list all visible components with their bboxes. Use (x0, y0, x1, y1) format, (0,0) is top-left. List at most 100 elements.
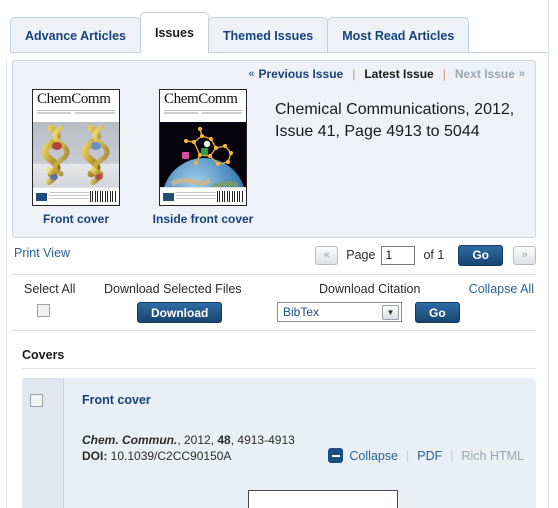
previous-issue-link[interactable]: Previous Issue (259, 67, 344, 81)
article-graphical-abstract[interactable] (248, 490, 398, 508)
divider (12, 330, 536, 331)
go-label: Go (429, 305, 446, 320)
go-label: Go (472, 248, 489, 262)
tab-label: Themed Issues (222, 28, 314, 43)
cover-footer-text (176, 192, 216, 201)
cover-artwork (33, 122, 119, 189)
collapse-all-link[interactable]: Collapse All (469, 282, 534, 296)
issue-navigation: « Previous Issue | Latest Issue | Next I… (248, 67, 525, 81)
rich-html-link: Rich HTML (461, 448, 524, 463)
pagination: « Page of 1 Go » (315, 242, 536, 268)
nav-separator: | (352, 67, 356, 81)
article-title-link[interactable]: Front cover (82, 393, 151, 407)
previous-issue-arrow-icon: « (248, 68, 255, 80)
section-divider (22, 368, 536, 369)
cover-caption[interactable]: Front cover (21, 212, 131, 226)
tool-separator: | (450, 448, 454, 463)
tab-most-read-articles[interactable]: Most Read Articles (327, 17, 470, 53)
doi-value: 10.1039/C2CC90150A (107, 449, 232, 463)
doi-label: DOI: (82, 449, 108, 463)
previous-page-button[interactable]: « (315, 245, 339, 265)
next-issue-arrow-icon: » (518, 68, 525, 80)
citation-format-select[interactable]: BibTex ▼ (277, 302, 402, 322)
article-card: Front cover Chem. Commun., 2012, 48, 491… (22, 378, 536, 508)
journal-logo: ChemComm (164, 91, 238, 107)
cover-artwork-svg (33, 122, 119, 189)
latest-issue-label[interactable]: Latest Issue (364, 67, 433, 81)
journal-name: Chem. Commun. (82, 433, 178, 447)
cover-footer (160, 187, 246, 205)
tab-bar: Advance Articles Issues Themed Issues Mo… (10, 6, 548, 53)
article-tools: Collapse | PDF | Rich HTML (328, 448, 524, 463)
article-citation: Chem. Commun., 2012, 48, 4913-4913 (82, 432, 295, 449)
masthead-rule (37, 110, 115, 111)
print-and-pager-row: Print View « Page of 1 Go » (12, 242, 536, 272)
left-rule (6, 58, 7, 508)
collapse-toggle-icon[interactable] (328, 448, 344, 463)
cover-artwork-svg (160, 122, 246, 189)
cover-thumbnail-image[interactable]: ChemComm (32, 89, 120, 206)
card-checkbox-gutter (22, 378, 64, 508)
citation-pages: , 4913-4913 (230, 433, 295, 447)
citation-format-value: BibTex (283, 305, 320, 319)
print-view-link[interactable]: Print View (14, 246, 70, 260)
download-files-label: Download Selected Files (104, 282, 242, 296)
journal-logo: ChemComm (37, 91, 111, 107)
masthead-microtext (37, 112, 71, 114)
chevron-left-icon: « (323, 249, 330, 261)
citation-year: , 2012, (177, 433, 218, 447)
article-doi: DOI: 10.1039/C2CC90150A (82, 449, 231, 463)
download-label: Download (151, 305, 209, 320)
cover-footer-text (49, 192, 89, 201)
tab-issues[interactable]: Issues (139, 12, 209, 53)
page-total-label: of 1 (423, 248, 445, 262)
masthead-microtext (164, 112, 198, 114)
action-row: Select All Download Selected Files Downl… (12, 282, 536, 324)
publisher-logo (36, 193, 47, 201)
page-go-button[interactable]: Go (458, 244, 503, 266)
cover-masthead: ChemComm (160, 90, 246, 122)
masthead-rule (164, 110, 242, 111)
cover-inside-front[interactable]: ChemComm Inside front cover (148, 89, 258, 226)
cover-front[interactable]: ChemComm Front cover (21, 89, 131, 226)
issue-header-panel: « Previous Issue | Latest Issue | Next I… (12, 60, 536, 238)
barcode-icon (217, 191, 243, 202)
nav-separator: | (442, 67, 446, 81)
masthead-microtext (75, 112, 115, 114)
chevron-right-icon: » (521, 249, 528, 261)
page-label: Page (346, 248, 376, 262)
select-all-checkbox[interactable] (37, 304, 50, 317)
citation-volume: 48 (217, 433, 231, 447)
tab-label: Issues (154, 26, 194, 40)
cover-thumbnails: ChemComm Front cover ChemComm Inside fro… (21, 89, 275, 226)
next-page-button[interactable]: » (513, 245, 536, 265)
next-issue-link: Next Issue (454, 67, 515, 81)
article-select-checkbox[interactable] (30, 394, 43, 407)
page-number-input[interactable] (381, 245, 416, 265)
cover-artwork (160, 122, 246, 189)
cover-caption[interactable]: Inside front cover (148, 212, 258, 226)
publisher-logo (163, 193, 174, 201)
divider (12, 274, 536, 275)
citation-go-button[interactable]: Go (415, 302, 460, 323)
download-button[interactable]: Download (137, 302, 223, 323)
cover-masthead: ChemComm (33, 90, 119, 122)
barcode-icon (90, 191, 116, 202)
article-select-checkbox-wrap (30, 394, 43, 410)
pdf-link[interactable]: PDF (417, 449, 442, 463)
issues-page: Advance Articles Issues Themed Issues Mo… (0, 0, 558, 508)
cover-thumbnail-image[interactable]: ChemComm (159, 89, 247, 206)
masthead-microtext (202, 112, 242, 114)
tab-label: Advance Articles (25, 28, 126, 43)
tool-separator: | (405, 448, 410, 463)
tab-label: Most Read Articles (342, 28, 455, 43)
collapse-link[interactable]: Collapse (349, 449, 398, 463)
tab-advance-articles[interactable]: Advance Articles (10, 17, 141, 53)
page-scrollbar-gutter[interactable] (548, 0, 558, 508)
issue-title: Chemical Communications, 2012, Issue 41,… (275, 101, 515, 140)
chevron-down-icon[interactable]: ▼ (382, 305, 399, 320)
download-citation-label: Download Citation (319, 282, 421, 296)
tab-baseline (10, 52, 548, 53)
tab-themed-issues[interactable]: Themed Issues (207, 17, 329, 53)
select-all-label: Select All (24, 282, 76, 296)
